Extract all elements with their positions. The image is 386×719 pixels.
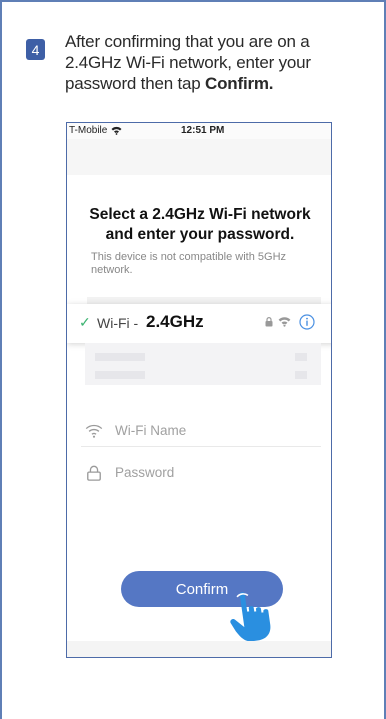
password-placeholder: Password	[115, 465, 175, 480]
wifi-signal-icon	[278, 317, 291, 327]
blurred-item	[295, 371, 307, 379]
status-time: 12:51 PM	[181, 125, 225, 136]
compatibility-note: This device is not compatible with 5GHz …	[91, 251, 287, 276]
tap-hand-icon	[230, 592, 271, 642]
instruction-body: After confirming that you are on a 2.4GH…	[65, 32, 311, 93]
carrier-label: T-Mobile	[69, 125, 108, 136]
phone-screenshot: T-Mobile 12:51 PM Select a 2.4GHz Wi-Fi …	[66, 122, 332, 658]
title-line-2: and enter your password.	[105, 226, 295, 243]
instruction-text: After confirming that you are on a 2.4GH…	[65, 31, 365, 94]
wifi-band-label: 2.4GHz	[146, 312, 204, 331]
page-frame: 4 After confirming that you are on a 2.4…	[0, 0, 386, 719]
step-number-badge: 4	[26, 39, 45, 60]
blurred-item	[295, 353, 307, 361]
instruction-bold: Confirm.	[205, 74, 274, 93]
wifi-row-label: Wi-Fi -	[97, 315, 139, 331]
wifi-name-placeholder: Wi-Fi Name	[115, 423, 187, 438]
lock-icon	[87, 465, 101, 481]
bottom-strip	[67, 641, 331, 657]
nav-bar-area	[67, 139, 331, 175]
status-bar: T-Mobile 12:51 PM	[67, 123, 331, 139]
blurred-item	[95, 353, 145, 361]
title-line-1: Select a 2.4GHz Wi-Fi network	[89, 206, 311, 223]
lock-icon	[265, 317, 273, 327]
selected-wifi-row[interactable]: ✓ Wi-Fi - 2.4GHz	[67, 304, 331, 343]
wifi-name-field[interactable]: Wi-Fi Name	[81, 417, 321, 447]
blurred-network-list	[85, 343, 321, 385]
wifi-status-icon	[111, 126, 122, 135]
blurred-item	[95, 371, 145, 379]
page-title: Select a 2.4GHz Wi-Fi network and enter …	[75, 205, 325, 245]
checkmark-icon: ✓	[79, 314, 91, 330]
wifi-icon	[85, 424, 103, 438]
password-field[interactable]: Password	[81, 459, 321, 489]
info-icon[interactable]	[299, 314, 315, 330]
